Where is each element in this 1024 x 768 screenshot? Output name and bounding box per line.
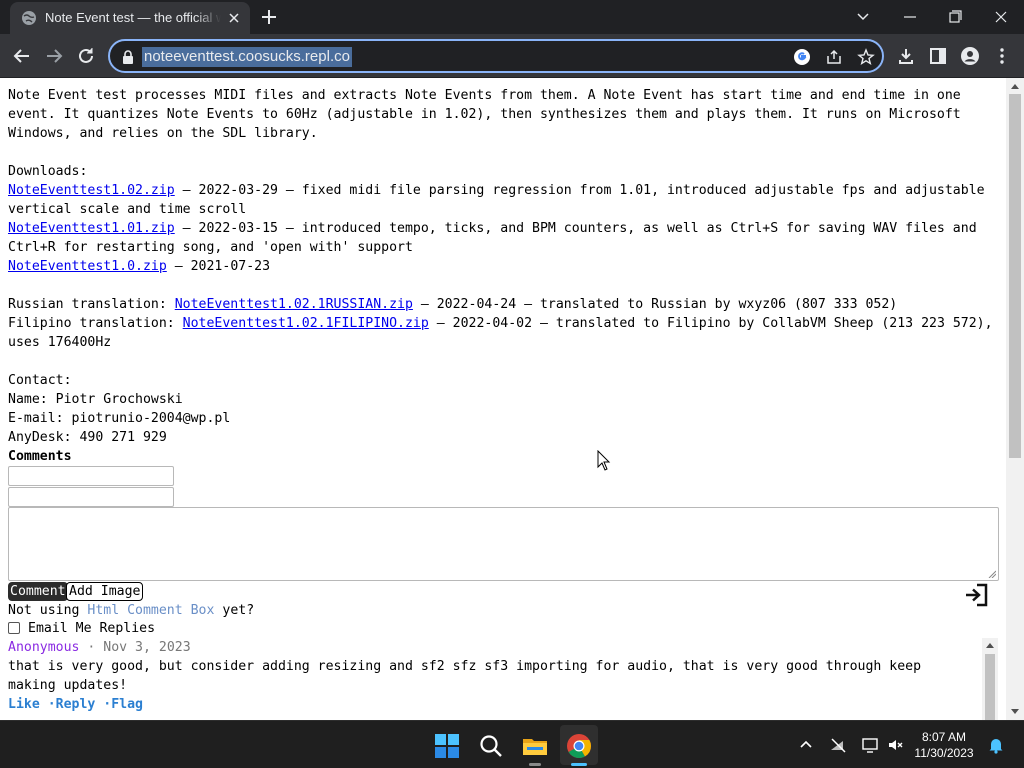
mouse-cursor-icon [597, 450, 611, 471]
forward-icon[interactable] [44, 46, 64, 66]
translation-desc: — 2022-04-24 — translated to Russian by … [412, 297, 898, 312]
tab-search-chevron-icon[interactable] [851, 6, 875, 28]
comments-scrollbar[interactable] [982, 638, 998, 720]
download-icon[interactable] [896, 46, 916, 66]
login-icon[interactable] [963, 581, 991, 609]
profile-icon[interactable] [960, 46, 980, 66]
system-clock[interactable]: 8:07 AM 11/30/2023 [914, 729, 974, 761]
minimize-icon[interactable] [898, 6, 922, 28]
translation-item: Filipino translation: NoteEventtest1.02.… [8, 314, 1000, 352]
file-explorer-icon[interactable] [522, 733, 548, 759]
scroll-thumb[interactable] [1009, 94, 1021, 458]
web-page: Note Event test processes MIDI files and… [0, 78, 1024, 720]
chevron-up-icon[interactable] [797, 736, 815, 754]
google-lens-icon[interactable] [793, 48, 811, 66]
download-desc: — 2021-07-23 [166, 259, 271, 274]
volume-muted-icon[interactable] [887, 736, 905, 754]
notification-bell-icon[interactable] [987, 736, 1005, 754]
translation-item: Russian translation: NoteEventtest1.02.1… [8, 295, 1000, 314]
share-icon[interactable] [825, 48, 843, 66]
scroll-up-arrow-icon[interactable] [986, 643, 994, 648]
comment-textarea[interactable] [8, 507, 999, 581]
browser-tab[interactable]: Note Event test — the official website [10, 2, 250, 34]
contact-name: Name: Piotr Grochowski [8, 392, 183, 407]
translation-label: Russian translation: [8, 297, 175, 312]
tab-title: Note Event test — the official website [45, 10, 221, 25]
close-tab-icon[interactable] [226, 10, 242, 26]
download-link[interactable]: NoteEventtest1.01.zip [8, 221, 175, 236]
resize-handle-icon[interactable] [988, 570, 996, 578]
side-panel-icon[interactable] [928, 46, 948, 66]
email-replies-row[interactable]: Email Me Replies [8, 619, 155, 638]
url-text[interactable]: noteeventtest.coosucks.repl.co [142, 47, 352, 67]
app-running-indicator [529, 763, 541, 766]
windows-taskbar: 8:07 AM 11/30/2023 [0, 720, 1024, 768]
html-comment-box-link[interactable]: Html Comment Box [87, 603, 214, 618]
page-content: Note Event test processes MIDI files and… [8, 86, 1000, 466]
contact-email: E-mail: piotrunio-2004@wp.pl [8, 411, 231, 426]
globe-icon [22, 11, 36, 25]
email-replies-label: Email Me Replies [28, 621, 156, 636]
not-using-suffix: yet? [214, 603, 255, 618]
bookmark-star-icon[interactable] [857, 48, 875, 66]
comment-button[interactable]: Comment [8, 582, 68, 601]
address-bar[interactable]: noteeventtest.coosucks.repl.co [108, 39, 884, 73]
display-icon[interactable] [861, 736, 879, 754]
download-item: NoteEventtest1.01.zip — 2022-03-15 — int… [8, 219, 1000, 257]
translation-link[interactable]: NoteEventtest1.02.1RUSSIAN.zip [175, 297, 413, 312]
not-using-prefix: Not using [8, 603, 88, 618]
restore-icon[interactable] [943, 6, 967, 28]
download-link[interactable]: NoteEventtest1.0.zip [8, 259, 167, 274]
search-icon[interactable] [478, 733, 504, 759]
chrome-icon[interactable] [566, 733, 592, 759]
reload-icon[interactable] [76, 46, 96, 66]
app-active-indicator [571, 763, 587, 766]
name-field[interactable] [8, 466, 174, 486]
page-scrollbar[interactable] [1006, 78, 1024, 720]
download-item: NoteEventtest1.02.zip — 2022-03-29 — fix… [8, 181, 1000, 219]
download-link[interactable]: NoteEventtest1.02.zip [8, 183, 175, 198]
translation-label: Filipino translation: [8, 316, 183, 331]
new-tab-icon[interactable] [259, 7, 279, 27]
contact-anydesk: AnyDesk: 490 271 929 [8, 430, 167, 445]
downloads-heading: Downloads: [8, 164, 88, 179]
comment-meta: Anonymous · Nov 3, 2023 [8, 638, 191, 657]
lock-icon[interactable] [122, 50, 134, 64]
browser-toolbar: noteeventtest.coosucks.repl.co [0, 34, 1024, 78]
comment-author[interactable]: Anonymous [8, 640, 79, 655]
email-field[interactable] [8, 487, 174, 507]
comment-actions[interactable]: Like ·Reply ·Flag [8, 695, 143, 714]
add-image-button[interactable]: Add Image [66, 582, 144, 601]
not-using-line: Not using Html Comment Box yet? [8, 601, 254, 620]
scroll-down-arrow-icon[interactable] [1011, 709, 1019, 714]
email-replies-checkbox[interactable] [8, 622, 20, 634]
menu-kebab-icon[interactable] [992, 46, 1012, 66]
contact-heading: Contact: [8, 373, 72, 388]
download-item: NoteEventtest1.0.zip — 2021-07-23 [8, 257, 1000, 276]
comment-text: that is very good, but consider adding r… [8, 659, 922, 693]
start-icon[interactable] [434, 733, 460, 759]
translation-link[interactable]: NoteEventtest1.02.1FILIPINO.zip [183, 316, 429, 331]
clock-date: 11/30/2023 [914, 746, 974, 760]
scroll-up-arrow-icon[interactable] [1011, 84, 1019, 89]
close-window-icon[interactable] [989, 6, 1013, 28]
browser-tab-strip: Note Event test — the official website [0, 0, 1024, 34]
comment-date: · Nov 3, 2023 [87, 640, 191, 655]
intro-paragraph: Note Event test processes MIDI files and… [8, 88, 961, 141]
back-icon[interactable] [12, 46, 32, 66]
network-off-icon[interactable] [829, 736, 847, 754]
scroll-thumb[interactable] [985, 654, 995, 720]
comments-heading: Comments [8, 449, 72, 464]
clock-time: 8:07 AM [921, 730, 967, 744]
